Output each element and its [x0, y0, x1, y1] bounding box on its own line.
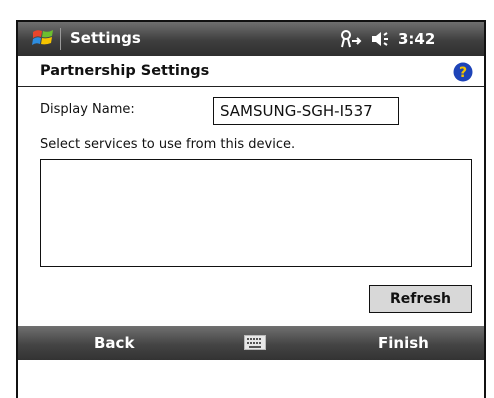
speaker-icon[interactable]	[370, 30, 390, 48]
svg-text:?: ?	[459, 65, 467, 81]
clock[interactable]: 3:42	[398, 30, 435, 48]
title-bar: Settings 3:42	[18, 22, 484, 56]
display-name-field[interactable]	[213, 97, 399, 125]
refresh-button[interactable]: Refresh	[369, 285, 472, 313]
page-title: Partnership Settings	[40, 63, 210, 79]
device-frame-right	[484, 22, 486, 398]
help-icon[interactable]: ?	[453, 62, 473, 82]
softkey-bar: Back Finish	[18, 326, 484, 360]
back-softkey[interactable]: Back	[94, 334, 134, 352]
keyboard-icon[interactable]	[244, 335, 266, 350]
page-header: Partnership Settings ?	[18, 56, 484, 86]
title-separator	[60, 28, 61, 50]
services-label: Select services to use from this device.	[40, 137, 296, 152]
windows-flag-icon[interactable]	[32, 27, 54, 49]
display-name-label: Display Name:	[40, 102, 135, 117]
status-area[interactable]: 3:42	[340, 28, 435, 50]
app-title: Settings	[70, 29, 141, 47]
services-list[interactable]	[40, 159, 472, 267]
connectivity-icon[interactable]	[340, 29, 362, 49]
header-divider	[18, 86, 484, 87]
finish-softkey[interactable]: Finish	[378, 334, 429, 352]
